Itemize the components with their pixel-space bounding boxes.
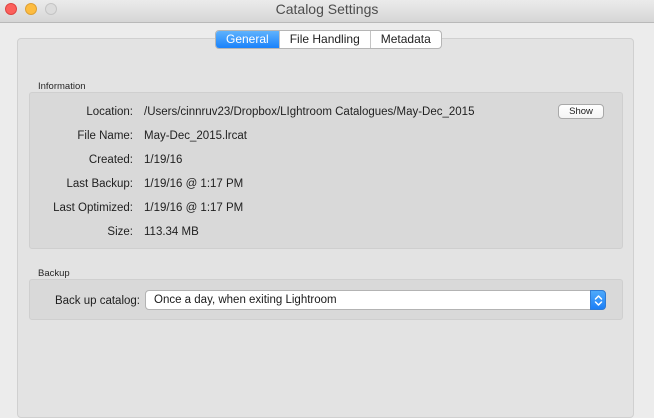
information-group: Location: /Users/cinnruv23/Dropbox/LIght… bbox=[29, 92, 623, 249]
backup-frequency-select[interactable]: Once a day, when exiting Lightroom bbox=[145, 290, 606, 310]
tab-file-handling[interactable]: File Handling bbox=[278, 31, 370, 48]
title-bar: Catalog Settings bbox=[0, 0, 654, 23]
tab-metadata[interactable]: Metadata bbox=[369, 31, 441, 48]
backup-frequency-value: Once a day, when exiting Lightroom bbox=[154, 294, 337, 306]
created-value: 1/19/16 bbox=[144, 154, 183, 166]
location-label: Location: bbox=[86, 106, 133, 118]
size-value: 113.34 MB bbox=[144, 226, 199, 238]
backup-group: Back up catalog: Once a day, when exitin… bbox=[29, 279, 623, 320]
location-value: /Users/cinnruv23/Dropbox/LIghtroom Catal… bbox=[144, 106, 475, 118]
file-name-label: File Name: bbox=[77, 130, 133, 142]
last-optimized-label: Last Optimized: bbox=[53, 202, 133, 214]
window-content: General File Handling Metadata Informati… bbox=[0, 23, 654, 418]
last-backup-value: 1/19/16 @ 1:17 PM bbox=[144, 178, 244, 190]
created-label: Created: bbox=[88, 154, 133, 166]
backup-section-label: Backup bbox=[38, 268, 70, 279]
tab-bar: General File Handling Metadata bbox=[215, 30, 442, 49]
last-optimized-value: 1/19/16 @ 1:17 PM bbox=[144, 202, 244, 214]
show-button[interactable]: Show bbox=[558, 104, 604, 119]
window-title: Catalog Settings bbox=[275, 1, 379, 17]
last-backup-label: Last Backup: bbox=[66, 178, 133, 190]
chevron-up-down-icon[interactable] bbox=[590, 290, 606, 310]
tab-general[interactable]: General bbox=[216, 31, 279, 48]
file-name-value: May-Dec_2015.lrcat bbox=[144, 130, 247, 142]
information-section-label: Information bbox=[38, 81, 86, 92]
backup-catalog-label: Back up catalog: bbox=[54, 295, 140, 307]
size-label: Size: bbox=[107, 226, 133, 238]
